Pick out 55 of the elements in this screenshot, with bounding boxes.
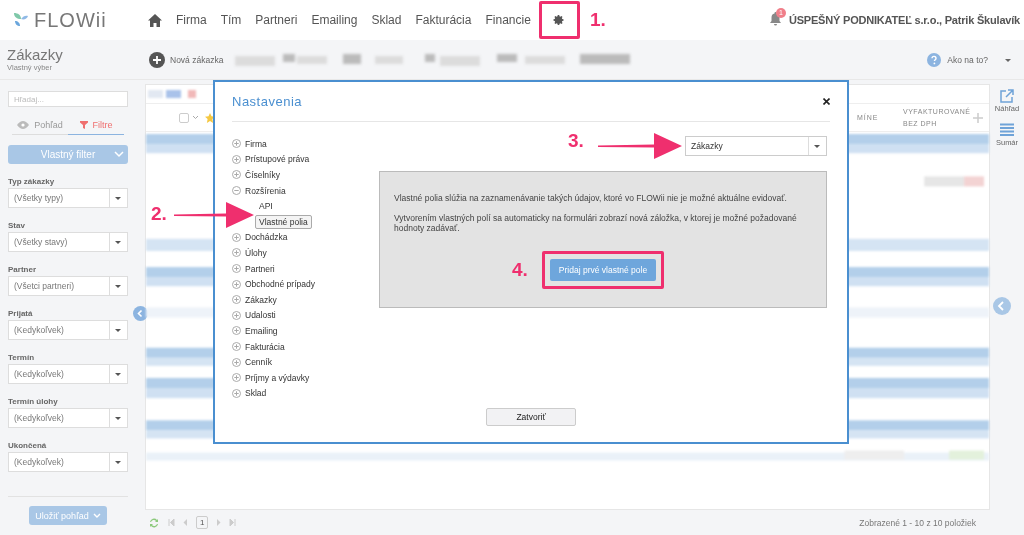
nav-item[interactable]: Sklad [371, 13, 402, 27]
filter-label: Prijatá [8, 309, 34, 318]
filter-dropdown[interactable]: (Kedykoľvek) [8, 364, 128, 384]
info-text: Vlastné polia slúžia na zaznamenávanie takých údajov, ktoré vo FLOWii nie je možné aktuálne evidovať. [394, 193, 788, 203]
tree-item[interactable]: Príjmy a výdavky [245, 372, 310, 383]
tree-item[interactable]: Vlastné polia [255, 214, 312, 229]
tree-item[interactable]: Udalosti [245, 310, 276, 321]
new-order-button[interactable]: Nová zákazka [149, 51, 224, 68]
tree-item[interactable]: API [255, 199, 277, 214]
filter-label: Partner [8, 265, 37, 274]
tree-item[interactable]: Sklad [245, 388, 267, 399]
filter-label: Ukončená [8, 441, 48, 450]
filter-label: Termín [8, 353, 36, 362]
nav-item[interactable]: Financie [485, 13, 531, 27]
logo-text: FLOWii [34, 8, 107, 32]
step-number: 3. [568, 131, 584, 151]
nav-item[interactable]: Firma [176, 13, 207, 27]
filter-label: Termín úlohy [8, 397, 59, 406]
tree-item[interactable]: Fakturácia [245, 341, 285, 352]
filter-dropdown[interactable]: (Všetci partneri) [8, 276, 128, 296]
step-number: 4. [512, 260, 528, 280]
filter-dropdown[interactable]: (Všetky typy) [8, 188, 128, 208]
tree-item[interactable]: Obchodné prípady [245, 279, 315, 290]
tree-item[interactable]: Partneri [245, 263, 275, 274]
tree-item[interactable]: Prístupové práva [245, 154, 310, 165]
info-text: Vytvorením vlastných polí sa automaticky na formulári zobrazí nová záložka, v ktorej je možné požadované hodnoty zadávať. [394, 213, 798, 233]
nav-item[interactable]: Partneri [255, 13, 298, 27]
item-count: Zobrazené 1 - 10 z 10 položiek [859, 517, 976, 528]
filter-dropdown[interactable]: (Všetky stavy) [8, 232, 128, 252]
help-link[interactable]: Ako na to? [947, 54, 988, 65]
nav-item[interactable]: Fakturácia [415, 13, 472, 27]
step-number: 2. [151, 204, 167, 224]
filter-label: Typ zákazky [8, 177, 56, 186]
tree-item[interactable]: Dochádzka [245, 232, 288, 243]
filter-dropdown[interactable]: (Kedykoľvek) [8, 320, 128, 340]
tree-item[interactable]: Emailing [245, 325, 278, 336]
tree-item[interactable]: Firma [245, 138, 267, 149]
module-dropdown[interactable]: Zákazky [685, 136, 827, 156]
dialog-title: Nastavenia [232, 94, 303, 109]
nav-item[interactable]: Tím [220, 13, 242, 27]
tree-item[interactable]: Úlohy [245, 247, 267, 258]
tree-item[interactable]: Číselníky [245, 170, 280, 180]
tree-item[interactable]: Cenník [245, 357, 272, 368]
tree-item[interactable]: Rozšírenia [245, 185, 286, 196]
step-number: 1. [590, 10, 606, 30]
filter-label: Stav [8, 221, 26, 230]
close-dialog-button[interactable]: Zatvoriť [486, 408, 576, 426]
page-title: Zákazky [7, 47, 64, 63]
filter-dropdown[interactable]: (Kedykoľvek) [8, 452, 128, 472]
search-field[interactable]: Hľadaj... [8, 91, 128, 107]
nav-item[interactable]: Emailing [311, 13, 358, 27]
page-number[interactable]: 1 [196, 516, 209, 529]
filter-dropdown[interactable]: (Kedykoľvek) [8, 408, 128, 428]
account-name[interactable]: ÚSPEŠNÝ PODNIKATEĽ s.r.o., Patrik Škulavík [788, 14, 1020, 26]
tree-item[interactable]: Zákazky [245, 294, 277, 305]
